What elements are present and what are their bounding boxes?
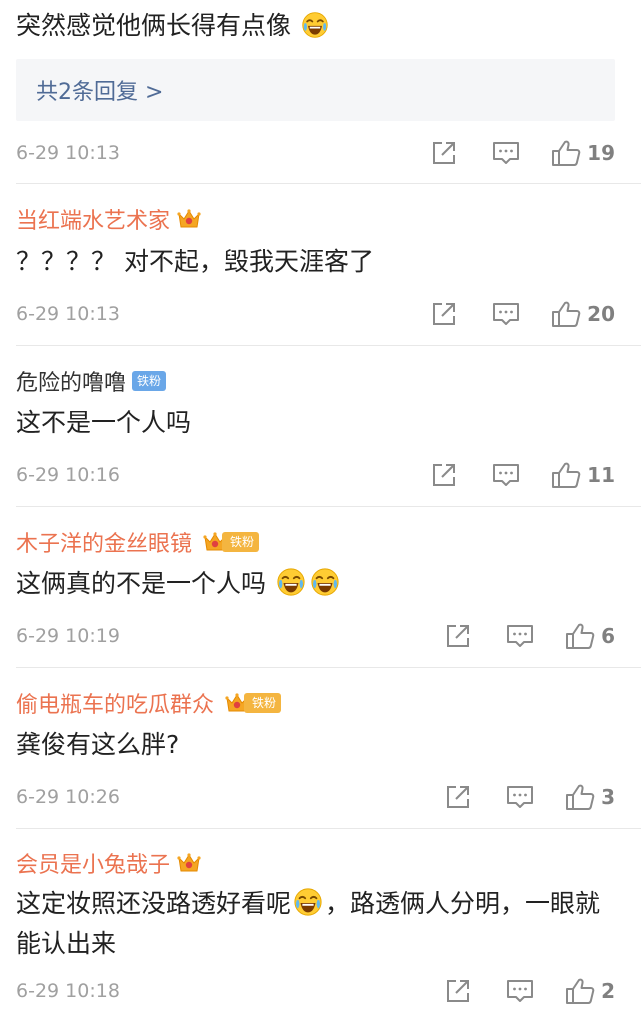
share-button[interactable] [443,623,473,649]
comment-text: 这不是一个人吗 [16,408,192,437]
fan-badge: 铁粉 [132,371,167,391]
vip-fan-badge: 铁粉 [196,530,260,554]
like-count: 6 [601,624,615,648]
comment-text-content: 突然感觉他俩长得有点像 [16,11,292,40]
like-count: 11 [587,463,615,487]
comment-meta: 6-29 10:16 11 [16,455,615,495]
comment-meta: 6-29 10:18 2 [16,971,615,1011]
share-icon [445,623,471,649]
share-button[interactable] [429,301,459,327]
vip-fan-badge: 铁粉 [218,691,282,715]
timestamp: 6-29 10:16 [16,464,120,486]
comment-actions: 6 [443,616,615,656]
comment-actions: 3 [443,777,615,817]
username-link[interactable]: 危险的噜噜 [16,365,126,397]
comment-text-part1: 这定妆照还没路透好看呢 [16,889,292,918]
timestamp: 6-29 10:19 [16,625,120,647]
comment-icon [506,623,534,649]
divider [16,345,641,346]
like-count: 20 [587,302,615,326]
username-link[interactable]: 当红端水艺术家 [16,203,170,235]
username-link[interactable]: 会员是小兔哉子 [16,847,170,879]
divider [16,506,641,507]
timestamp: 6-29 10:18 [16,980,120,1002]
share-button[interactable] [443,784,473,810]
laugh-cry-emoji [301,11,329,39]
thumbs-up-icon [565,783,595,811]
reply-button[interactable] [491,462,521,488]
username-link[interactable]: 偷电瓶车的吃瓜群众 [16,687,214,719]
comment-text-content: 这俩真的不是一个人吗 [16,569,267,598]
like-count: 2 [601,979,615,1003]
reply-button[interactable] [505,784,535,810]
laugh-cry-emoji [276,567,306,597]
comment-text: 这俩真的不是一个人吗 [16,564,621,604]
divider [16,667,641,668]
comment-actions: 19 [429,133,615,173]
comment-icon [492,301,520,327]
like-count: 19 [587,141,615,165]
laugh-cry-emoji [310,567,340,597]
comment-actions: 20 [429,294,615,334]
share-button[interactable] [429,462,459,488]
like-button[interactable]: 11 [551,461,615,489]
like-count: 3 [601,785,615,809]
laugh-cry-emoji [293,887,323,917]
comment-username: 会员是小兔哉子 [16,846,202,880]
comment-username: 当红端水艺术家 [16,202,202,236]
comment-icon [492,462,520,488]
reply-button[interactable] [491,140,521,166]
share-icon [431,301,457,327]
thumbs-up-icon [565,622,595,650]
comment-text: 突然感觉他俩长得有点像 [16,8,331,44]
reply-button[interactable] [491,301,521,327]
comment-username: 偷电瓶车的吃瓜群众 铁粉 [16,686,282,720]
share-icon [445,978,471,1004]
thumbs-up-icon [565,977,595,1005]
share-icon [445,784,471,810]
comment-meta: 6-29 10:19 6 [16,616,615,656]
view-replies-label: 共2条回复 > [36,80,164,105]
comment-username: 危险的噜噜 铁粉 [16,364,167,398]
comment-meta: 6-29 10:13 19 [16,133,615,173]
comment-meta: 6-29 10:26 3 [16,777,615,817]
vip-crown-icon [176,207,202,231]
username-link[interactable]: 木子洋的金丝眼镜 [16,526,192,558]
comment-username: 木子洋的金丝眼镜 铁粉 [16,525,260,559]
thumbs-up-icon [551,300,581,328]
comment-icon [492,140,520,166]
share-icon [431,140,457,166]
like-button[interactable]: 20 [551,300,615,328]
thumbs-up-icon [551,139,581,167]
comment-meta: 6-29 10:13 20 [16,294,615,334]
divider [16,828,641,829]
like-button[interactable]: 3 [565,783,615,811]
share-button[interactable] [443,978,473,1004]
comment-feed: 突然感觉他俩长得有点像 共2条回复 > 6-29 10:13 19 当红端水艺术… [0,0,641,1021]
comment-actions: 11 [429,455,615,495]
share-button[interactable] [429,140,459,166]
timestamp: 6-29 10:13 [16,142,120,164]
timestamp: 6-29 10:26 [16,786,120,808]
comment-text: 龚俊有这么胖? [16,730,180,759]
thumbs-up-icon [551,461,581,489]
vip-crown-icon [176,851,202,875]
view-replies-button[interactable]: 共2条回复 > [16,59,615,121]
like-button[interactable]: 6 [565,622,615,650]
share-icon [431,462,457,488]
comment-icon [506,784,534,810]
comment-text: ？？？？ 对不起，毁我天涯客了 [16,247,374,276]
timestamp: 6-29 10:13 [16,303,120,325]
reply-button[interactable] [505,978,535,1004]
reply-button[interactable] [505,623,535,649]
like-button[interactable]: 19 [551,139,615,167]
like-button[interactable]: 2 [565,977,615,1005]
divider [16,183,641,184]
comment-actions: 2 [443,971,615,1011]
comment-text: 这定妆照还没路透好看呢 ，路透俩人分明，一眼就能认出来 [16,884,621,964]
fan-badge: 铁粉 [244,693,282,713]
comment-icon [506,978,534,1004]
fan-badge: 铁粉 [222,532,260,552]
